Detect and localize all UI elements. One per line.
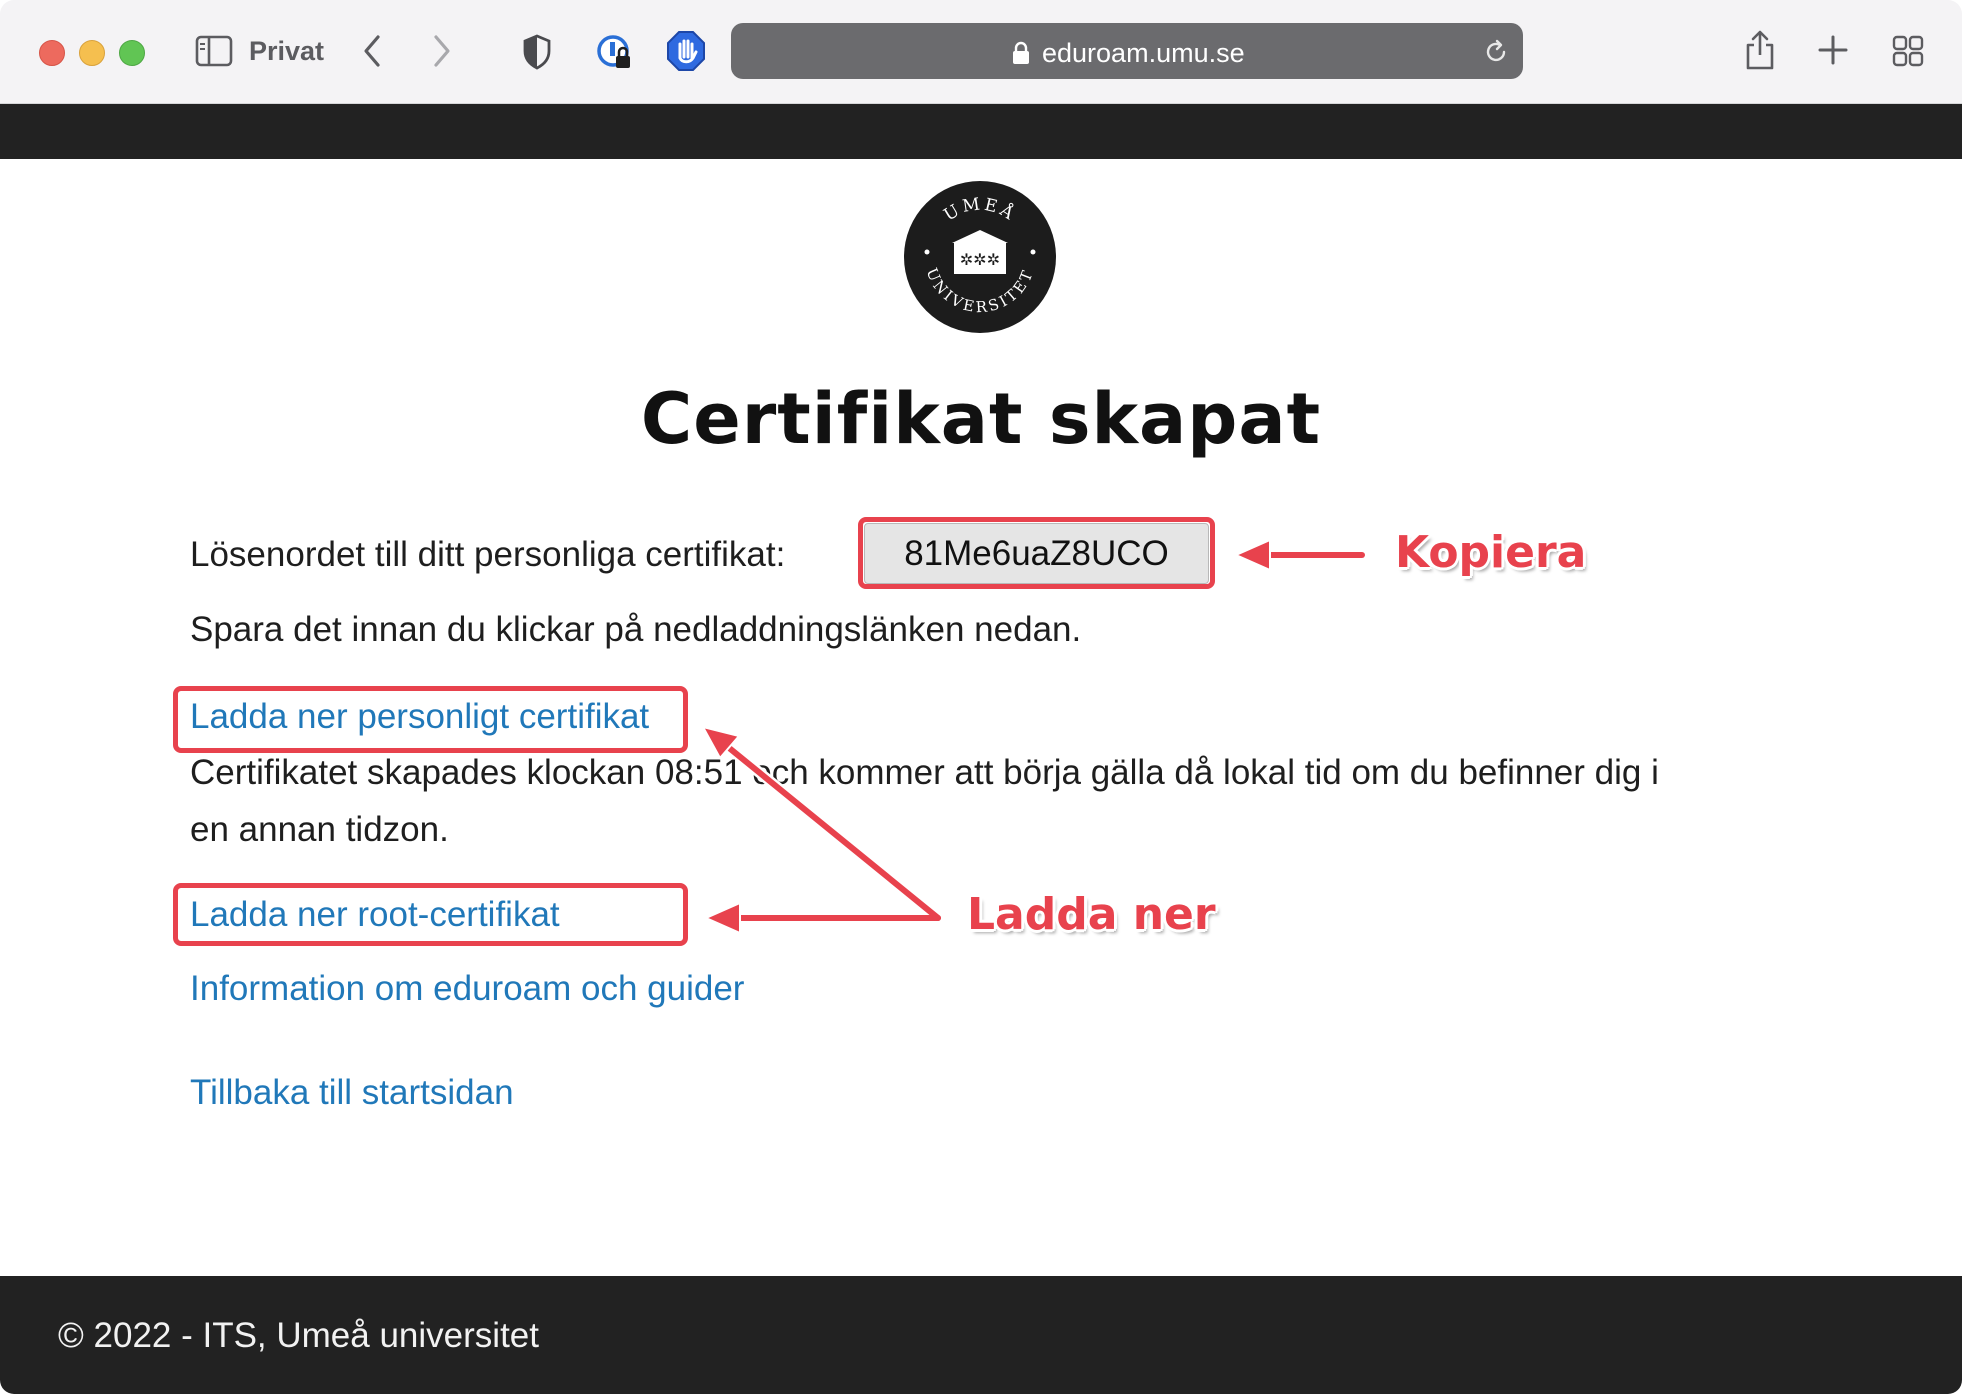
download-annotation-label: Ladda ner (967, 889, 1216, 940)
save-note: Spara det innan du klickar på nedladdnin… (190, 610, 1082, 649)
lock-icon (1010, 40, 1032, 66)
reload-icon[interactable] (1481, 37, 1511, 67)
new-tab-icon[interactable] (1816, 33, 1850, 67)
copy-arrowhead (1233, 538, 1271, 572)
url-text: eduroam.umu.se (1042, 38, 1245, 68)
back-to-start-link[interactable]: Tillbaka till startsidan (190, 1073, 514, 1113)
zoom-window-button[interactable] (119, 40, 145, 66)
private-mode-label: Privat (249, 36, 325, 66)
personal-certificate-highlight-box (173, 686, 688, 753)
adblock-hand-icon[interactable] (666, 30, 706, 72)
page-title: Certifikat skapat (640, 378, 1322, 460)
close-window-button[interactable] (39, 40, 65, 66)
root-arrowhead (703, 901, 741, 935)
password-label: Lösenordet till ditt personliga certifik… (190, 535, 786, 574)
back-icon[interactable] (356, 32, 388, 70)
password-extension-icon[interactable] (596, 32, 634, 72)
tab-overview-icon[interactable] (1891, 34, 1925, 68)
site-header-band (0, 104, 1962, 159)
eduroam-info-link[interactable]: Information om eduroam och guider (190, 969, 744, 1009)
created-info-line-2: en annan tidzon. (190, 810, 449, 849)
svg-text:✲✲✲: ✲✲✲ (960, 250, 1000, 269)
browser-toolbar: Privat eduroam.umu.se (0, 0, 1962, 104)
university-logo: UMEÅ UNIVERSITET ✲✲✲ (903, 180, 1057, 334)
site-footer: © 2022 - ITS, Umeå universitet (0, 1276, 1962, 1394)
minimize-window-button[interactable] (79, 40, 105, 66)
footer-copyright: © 2022 - ITS, Umeå universitet (58, 1316, 539, 1355)
copy-annotation-label: Kopiera (1395, 527, 1587, 578)
privacy-shield-icon[interactable] (520, 32, 554, 72)
sidebar-toggle-icon[interactable] (194, 33, 234, 69)
share-icon[interactable] (1742, 28, 1778, 72)
root-certificate-highlight-box (173, 883, 688, 946)
browser-window: Privat eduroam.umu.se UMEÅ UNIVERSITET ✲… (0, 0, 1962, 1394)
password-highlight-box (858, 517, 1215, 589)
forward-icon[interactable] (426, 32, 458, 70)
